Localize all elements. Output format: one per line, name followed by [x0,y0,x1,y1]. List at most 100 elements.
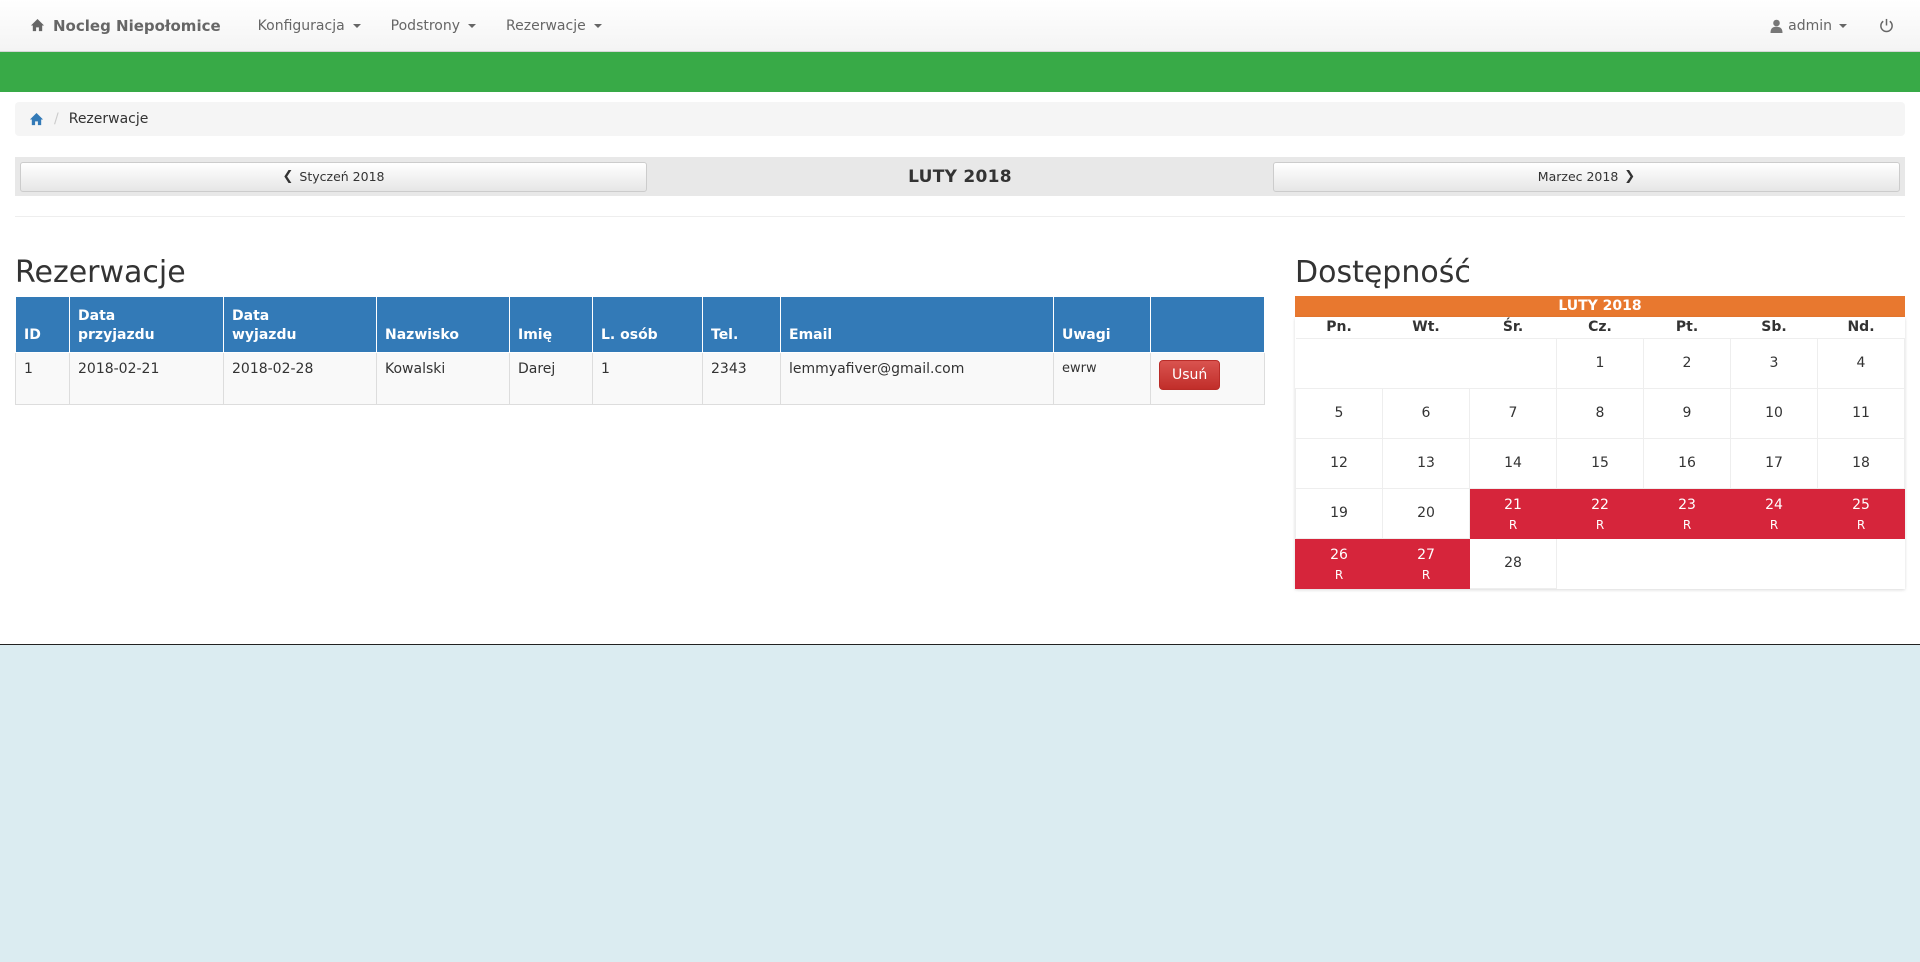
calendar-day: 1 [1556,337,1644,389]
availability-heading: Dostępność [1295,255,1471,290]
cell-persons: 1 [592,352,703,405]
nav-konfiguracja[interactable]: Konfiguracja [243,18,376,34]
col-notes: Uwagi [1053,296,1151,353]
home-icon [30,18,45,32]
col-actions [1150,296,1265,353]
cell-id: 1 [15,352,70,405]
calendar-empty-cell [1383,338,1470,388]
reserved-mark: R [1769,517,1779,532]
calendar-day: 13 [1382,437,1470,489]
availability-calendar: Pn. Wt. Śr. Cz. Pt. Sb. Nd. 1 2 3 4 5 6 7 8 9 10 11 12 13 1… [1295,317,1905,589]
user-menu[interactable]: admin [1770,18,1859,34]
caret-down-icon [1839,23,1847,28]
calendar-weekday: Pn. [1295,317,1383,339]
calendar-day: 15 [1556,437,1644,489]
reservations-section: Rezerwacje ID Data przyjazdu Data wyjazdu … [15,255,1265,589]
calendar-day-number: 21 [1504,496,1522,513]
calendar-weekday: Pt. [1643,317,1731,339]
calendar-day: 20 [1382,487,1470,539]
calendar-day: 28 [1469,537,1557,589]
calendar-empty-cell [1731,538,1818,588]
caret-down-icon [593,23,602,28]
nav-rezerwacje[interactable]: Rezerwacje [491,18,617,34]
divider [15,216,1905,217]
brand-label: Nocleg Niepołomice [53,16,221,35]
user-name: admin [1788,17,1832,34]
nav-podstrony-label: Podstrony [390,17,461,34]
availability-section: Dostępność LUTY 2018 Pn. Wt. Śr. Cz. Pt. Sb. N… [1295,255,1905,589]
reserved-mark: R [1334,567,1344,582]
cell-surname: Kowalski [376,352,510,405]
col-tel: Tel. [702,296,781,353]
calendar-day: 2 [1643,337,1731,389]
nav-podstrony[interactable]: Podstrony [376,18,491,34]
delete-button[interactable]: Usuń [1159,360,1221,390]
next-month-button[interactable]: Marzec 2018 ❯ [1273,161,1900,192]
month-navigation: ❮ Styczeń 2018 LUTY 2018 Marzec 2018 ❯ [15,157,1905,196]
col-name: Imię [509,296,593,353]
calendar-empty-cell [1557,538,1644,588]
cell-arrival: 2018-02-21 [69,352,224,405]
brand-link[interactable]: Nocleg Niepołomice [30,17,221,35]
calendar-weekday: Sb. [1730,317,1818,339]
calendar-day: 12 [1295,437,1383,489]
breadcrumb: / Rezerwacje [15,102,1905,136]
nav-right: admin [1770,18,1902,34]
col-surname: Nazwisko [376,296,510,353]
nav-rezerwacje-label: Rezerwacje [506,17,586,34]
calendar-week-row: 12 13 14 15 16 17 18 [1295,437,1905,489]
col-arrival: Data przyjazdu [69,296,224,353]
calendar-weekday: Śr. [1469,317,1557,339]
calendar-month-header: LUTY 2018 [1295,296,1905,317]
calendar-day-reserved: 22 R [1556,487,1644,539]
table-row: 1 2018-02-21 2018-02-28 Kowalski Darej 1… [15,352,1265,405]
col-departure: Data wyjazdu [223,296,377,353]
calendar-day-number: 25 [1852,496,1870,513]
breadcrumb-separator: / [54,111,59,127]
logout-button[interactable] [1871,18,1902,33]
prev-month-button[interactable]: ❮ Styczeń 2018 [20,161,647,192]
top-navbar: Nocleg Niepołomice Konfiguracja Podstron… [0,0,1920,52]
reserved-mark: R [1421,567,1431,582]
calendar-week-row: 26 R 27 R 28 [1295,537,1905,589]
calendar-day: 16 [1643,437,1731,489]
calendar-day: 5 [1295,387,1383,439]
cell-actions: Usuń [1150,352,1265,405]
power-icon [1880,18,1893,33]
main-content: Rezerwacje ID Data przyjazdu Data wyjazdu … [0,255,1920,589]
nav-konfiguracja-label: Konfiguracja [257,17,345,34]
reserved-mark: R [1595,517,1605,532]
caret-down-icon [468,23,477,28]
reservations-heading: Rezerwacje [15,255,186,290]
calendar-day: 4 [1817,337,1905,389]
calendar-empty-cell [1818,538,1905,588]
caret-down-icon [352,23,361,28]
home-icon[interactable] [29,112,44,127]
col-email: Email [780,296,1054,353]
prev-month-label: Styczeń 2018 [299,169,385,184]
calendar-weekday: Nd. [1817,317,1905,339]
calendar-day: 8 [1556,387,1644,439]
reserved-mark: R [1508,517,1518,532]
calendar-day-number: 24 [1765,496,1783,513]
col-id: ID [15,296,70,353]
cell-tel: 2343 [702,352,781,405]
cell-name: Darej [509,352,593,405]
page: Nocleg Niepołomice Konfiguracja Podstron… [0,0,1920,645]
banner-bar [0,52,1920,92]
current-month-title: LUTY 2018 [908,166,1012,187]
reserved-mark: R [1856,517,1866,532]
table-header-row: ID Data przyjazdu Data wyjazdu Nazwisko Im… [15,296,1265,353]
calendar-day: 6 [1382,387,1470,439]
chevron-left-icon: ❮ [282,169,294,184]
calendar-body: 1 2 3 4 5 6 7 8 9 10 11 12 13 14 15 16 17 18 19 20 21 R 22 R 23 R… [1295,337,1905,589]
calendar-day-reserved: 23 R [1643,487,1731,539]
calendar-weekday: Cz. [1556,317,1644,339]
calendar-day-reserved: 27 R [1382,537,1470,589]
breadcrumb-current: Rezerwacje [68,111,149,127]
calendar-week-row: 5 6 7 8 9 10 11 [1295,387,1905,439]
calendar-empty-cell [1644,538,1731,588]
calendar-empty-cell [1296,338,1383,388]
user-icon [1770,19,1783,33]
cell-email: lemmyafiver@gmail.com [780,352,1054,405]
